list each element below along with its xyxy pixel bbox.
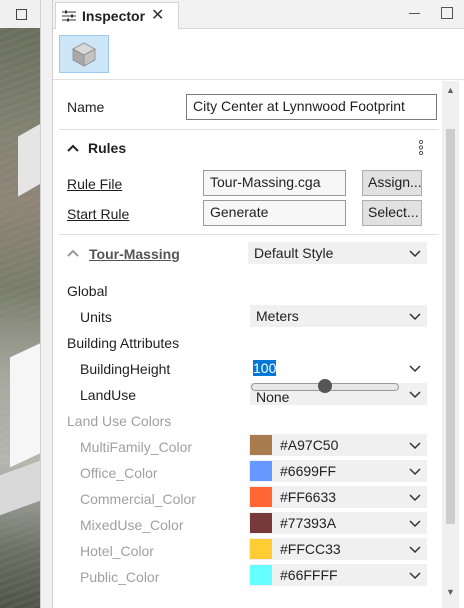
rule-name-link[interactable]: Tour-Massing <box>89 246 180 262</box>
close-icon[interactable]: ✕ <box>151 8 164 24</box>
building-height-value: 100 <box>253 360 277 376</box>
scroll-down-icon[interactable]: ▼ <box>446 587 455 597</box>
rule-file-field[interactable]: Tour-Massing.cga <box>203 170 346 196</box>
scroll-thumb[interactable] <box>446 129 455 524</box>
color-dropdown[interactable]: #FFCC33 <box>249 538 427 560</box>
sliders-icon <box>62 10 76 22</box>
color-attr-label: Commercial_Color <box>80 491 196 507</box>
color-value: #66FFFF <box>280 567 338 583</box>
inspector-panel: Inspector ✕ Name City Center at Lynnwood… <box>52 0 464 608</box>
color-swatch <box>250 539 272 559</box>
start-rule-field[interactable]: Generate <box>203 200 346 226</box>
chevron-down-icon <box>409 391 421 399</box>
color-value: #6699FF <box>280 463 337 479</box>
units-value: Meters <box>256 308 299 324</box>
color-attr-label: MixedUse_Color <box>80 517 184 533</box>
vertical-scrollbar[interactable]: ▲ ▼ <box>442 81 459 608</box>
color-swatch <box>250 565 272 585</box>
color-attr-label: Hotel_Color <box>80 543 154 559</box>
global-label: Global <box>67 283 108 299</box>
tab-bar: Inspector ✕ <box>53 0 464 29</box>
model-button[interactable] <box>59 35 109 73</box>
maximize-button[interactable] <box>441 7 453 19</box>
chevron-up-icon[interactable] <box>67 249 79 257</box>
color-swatch <box>250 435 272 455</box>
inspector-content: Name City Center at Lynnwood Footprint R… <box>53 81 443 608</box>
color-attr-label: Public_Color <box>80 569 160 585</box>
toolbar <box>53 30 464 80</box>
chevron-down-icon <box>409 546 421 554</box>
building-height-label: BuildingHeight <box>80 361 171 377</box>
land-use-label: LandUse <box>80 387 137 403</box>
divider <box>59 234 439 235</box>
name-field[interactable]: City Center at Lynnwood Footprint <box>186 94 437 120</box>
color-dropdown[interactable]: #FF6633 <box>249 486 427 508</box>
tab-title: Inspector <box>82 8 146 24</box>
chevron-down-icon <box>409 365 421 373</box>
color-dropdown[interactable]: #A97C50 <box>249 434 427 456</box>
slider-knob[interactable] <box>318 379 332 393</box>
more-vertical-icon[interactable] <box>418 140 424 155</box>
building-shape <box>0 460 40 516</box>
building-shape <box>10 338 40 468</box>
color-value: #FF6633 <box>280 489 337 505</box>
color-swatch <box>250 461 272 481</box>
viewport-3d[interactable] <box>0 28 40 608</box>
units-dropdown[interactable]: Meters <box>250 305 427 327</box>
color-value: #FFCC33 <box>280 541 341 557</box>
minimize-button[interactable] <box>409 7 421 19</box>
scroll-up-icon[interactable]: ▲ <box>446 85 455 95</box>
rules-title: Rules <box>88 140 127 156</box>
divider <box>59 129 439 130</box>
units-label: Units <box>80 309 112 325</box>
style-value: Default Style <box>254 245 334 261</box>
cube-icon <box>72 42 96 67</box>
chevron-down-icon <box>409 572 421 580</box>
color-dropdown[interactable]: #66FFFF <box>249 564 427 586</box>
color-attr-label: MultiFamily_Color <box>80 439 193 455</box>
color-swatch <box>250 513 272 533</box>
style-dropdown[interactable]: Default Style <box>248 242 427 264</box>
color-attr-label: Office_Color <box>80 465 158 481</box>
start-rule-link[interactable]: Start Rule <box>67 206 129 222</box>
land-use-colors-label: Land Use Colors <box>67 413 172 429</box>
name-label: Name <box>67 99 105 115</box>
viewport-strip <box>0 0 41 608</box>
color-dropdown[interactable]: #77393A <box>249 512 427 534</box>
color-dropdown[interactable]: #6699FF <box>249 460 427 482</box>
building-height-slider[interactable] <box>251 379 399 393</box>
building-shape <box>18 119 40 197</box>
tab-inspector[interactable]: Inspector ✕ <box>55 2 179 29</box>
chevron-down-icon <box>409 442 421 450</box>
chevron-down-icon <box>409 468 421 476</box>
chevron-down-icon <box>409 250 421 258</box>
chevron-down-icon <box>409 313 421 321</box>
rule-file-link[interactable]: Rule File <box>67 176 122 192</box>
chevron-up-icon[interactable] <box>67 144 79 152</box>
building-height-field[interactable]: 100 <box>250 357 427 379</box>
maximize-icon[interactable] <box>16 9 27 20</box>
color-value: #77393A <box>280 515 337 531</box>
select-button[interactable]: Select... <box>362 200 422 226</box>
color-swatch <box>250 487 272 507</box>
building-attributes-label: Building Attributes <box>67 335 180 351</box>
assign-button[interactable]: Assign... <box>362 170 422 196</box>
chevron-down-icon <box>409 520 421 528</box>
color-value: #A97C50 <box>280 437 339 453</box>
chevron-down-icon <box>409 494 421 502</box>
